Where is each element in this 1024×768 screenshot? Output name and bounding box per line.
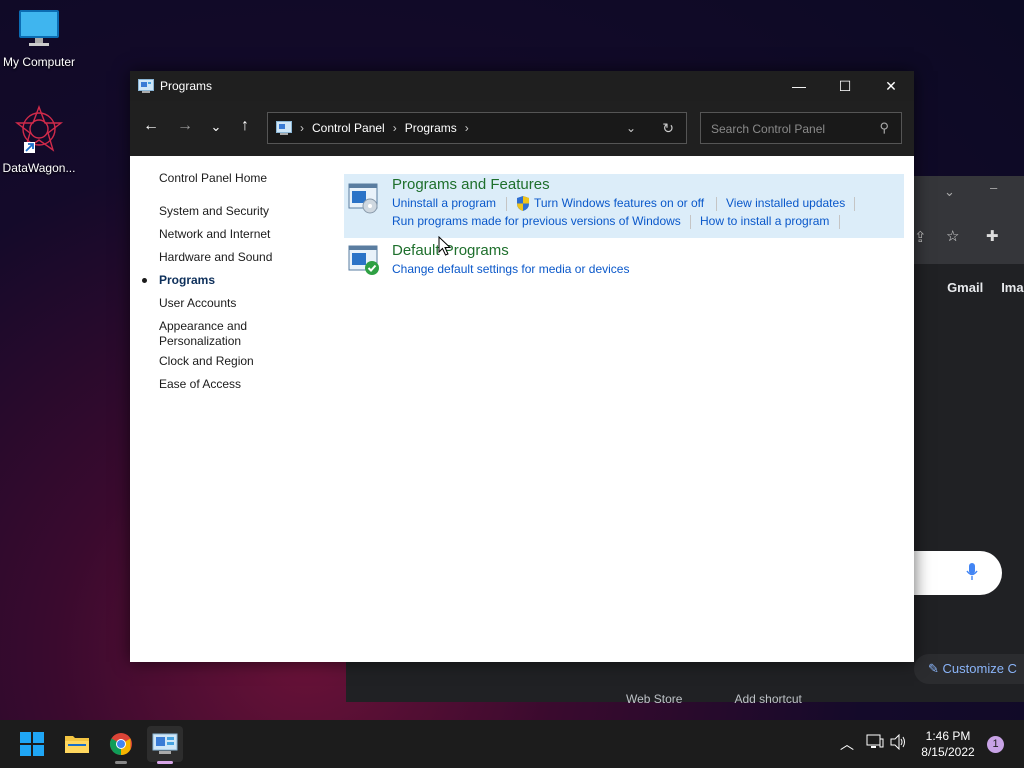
control-panel-icon [152, 733, 178, 754]
control-panel-taskbar-button[interactable] [147, 726, 183, 764]
address-bar[interactable]: › Control Panel › Programs › ⌄ ↻ [267, 112, 687, 144]
monitor-icon [19, 10, 59, 46]
breadcrumb-programs[interactable]: Programs [405, 121, 457, 135]
network-icon[interactable] [866, 734, 884, 753]
search-icon[interactable]: ⚲ [879, 120, 889, 136]
chevron-down-icon[interactable]: ⌄ [944, 184, 955, 200]
view-installed-updates-link[interactable]: View installed updates [726, 196, 845, 210]
volume-icon[interactable] [890, 733, 908, 753]
sidebar-item-clock-and-region[interactable]: Clock and Region [159, 354, 254, 369]
up-arrow-icon[interactable]: ↑ [233, 117, 257, 135]
microphone-icon[interactable] [966, 563, 978, 586]
breadcrumb-control-panel[interactable]: Control Panel [312, 121, 385, 135]
control-panel-icon [276, 121, 292, 135]
customize-label: Customize C [942, 661, 1017, 676]
desktop-icon-label: My Computer [2, 55, 76, 69]
link-separator [854, 197, 855, 211]
maximize-button[interactable]: ☐ [822, 71, 868, 101]
start-button[interactable] [14, 726, 50, 762]
share-icon[interactable]: ⇪ [914, 228, 927, 246]
gmail-link[interactable]: Gmail [947, 280, 983, 295]
category-programs-and-features: Programs and Features Uninstall a progra… [344, 174, 904, 238]
close-icon: ✕ [885, 77, 897, 94]
chrome-icon [110, 733, 132, 755]
sidebar-item-network-and-internet[interactable]: Network and Internet [159, 227, 270, 242]
programs-and-features-icon[interactable] [348, 182, 380, 214]
category-default-programs: Default Programs Change default settings… [344, 240, 904, 280]
system-clock[interactable]: 1:46 PM 8/15/2022 [908, 728, 988, 760]
browser-search-box[interactable] [906, 551, 1002, 595]
active-indicator [157, 761, 173, 764]
default-programs-icon[interactable] [348, 244, 380, 276]
search-input[interactable] [709, 121, 873, 137]
images-link[interactable]: Images [1001, 280, 1024, 295]
show-hidden-icons-chevron-icon[interactable]: ︿ [840, 734, 854, 754]
shortcut-web-store[interactable]: Web Store [626, 692, 682, 706]
chevron-down-icon[interactable]: ⌄ [626, 121, 636, 135]
chrome-button[interactable] [103, 726, 139, 764]
taskbar: ︿ 1:46 PM 8/15/2022 1 [0, 720, 1024, 768]
recent-locations-chevron-icon[interactable]: ⌄ [204, 119, 228, 135]
shortcut-add[interactable]: Add shortcut [734, 692, 801, 706]
customize-button[interactable]: ✎ Customize C [914, 654, 1024, 684]
sidebar-item-user-accounts[interactable]: User Accounts [159, 296, 236, 311]
sidebar-item-hardware-and-sound[interactable]: Hardware and Sound [159, 250, 272, 265]
link-separator [716, 197, 717, 211]
change-default-settings-link[interactable]: Change default settings for media or dev… [392, 262, 629, 276]
pencil-icon: ✎ [928, 661, 939, 676]
maximize-icon: ☐ [838, 77, 852, 94]
navigation-bar: ← → ⌄ ↑ › Control Panel › Programs › ⌄ ↻… [130, 101, 914, 156]
uac-shield-icon [516, 196, 530, 216]
title-bar[interactable]: Programs — ☐ ✕ [130, 71, 914, 101]
browser-top-links: Gmail Images [929, 280, 1024, 295]
windows-logo-icon [20, 732, 44, 756]
control-panel-icon [138, 79, 154, 93]
chevron-right-icon: › [300, 121, 304, 135]
close-button[interactable]: ✕ [868, 71, 914, 101]
minimize-icon[interactable]: – [990, 180, 997, 195]
chevron-right-icon[interactable]: › [393, 121, 397, 135]
datawagon-logo-icon [14, 105, 64, 153]
back-arrow-icon[interactable]: ← [139, 117, 163, 135]
desktop-icon-datawagon[interactable]: DataWagon... [0, 104, 78, 175]
mouse-pointer-icon [438, 236, 452, 256]
desktop-icon-my-computer[interactable]: My Computer [0, 8, 78, 69]
programs-and-features-heading[interactable]: Programs and Features [392, 176, 550, 193]
forward-arrow-icon[interactable]: → [173, 117, 197, 135]
clock-date: 8/15/2022 [921, 745, 975, 759]
chevron-right-icon[interactable]: › [465, 121, 469, 135]
turn-windows-features-link[interactable]: Turn Windows features on or off [534, 196, 704, 210]
minimize-icon: — [792, 78, 806, 94]
refresh-icon[interactable]: ↻ [662, 120, 674, 137]
sidebar-item-system-and-security[interactable]: System and Security [159, 204, 269, 219]
file-explorer-button[interactable] [59, 726, 95, 762]
sidebar-item-ease-of-access[interactable]: Ease of Access [159, 377, 241, 392]
folder-icon [65, 736, 89, 753]
content-area: Control Panel Home System and Security N… [130, 156, 914, 662]
how-to-install-link[interactable]: How to install a program [700, 214, 829, 228]
control-panel-window[interactable]: Programs — ☐ ✕ ← → ⌄ ↑ › Control Panel ›… [130, 71, 914, 662]
running-indicator [115, 761, 127, 764]
desktop-icon-label: DataWagon... [2, 161, 76, 175]
extensions-icon[interactable]: ✚ [986, 227, 999, 245]
window-title: Programs [160, 79, 213, 93]
notification-badge[interactable]: 1 [987, 736, 1004, 753]
shortcut-labels: Web Store Add shortcut [626, 692, 854, 706]
clock-time: 1:46 PM [925, 729, 971, 743]
uninstall-program-link[interactable]: Uninstall a program [392, 196, 496, 210]
link-separator [506, 197, 507, 211]
star-icon[interactable]: ☆ [946, 227, 959, 245]
sidebar-item-appearance-and-personalization[interactable]: Appearance and Personalization [159, 319, 269, 349]
minimize-button[interactable]: — [776, 71, 822, 101]
sidebar-item-control-panel-home[interactable]: Control Panel Home [159, 171, 267, 186]
active-item-bullet [142, 278, 147, 283]
link-separator [690, 215, 691, 229]
sidebar-item-programs: Programs [159, 273, 216, 287]
search-box[interactable]: ⚲ [700, 112, 902, 144]
link-separator [839, 215, 840, 229]
run-older-programs-link[interactable]: Run programs made for previous versions … [392, 214, 681, 228]
